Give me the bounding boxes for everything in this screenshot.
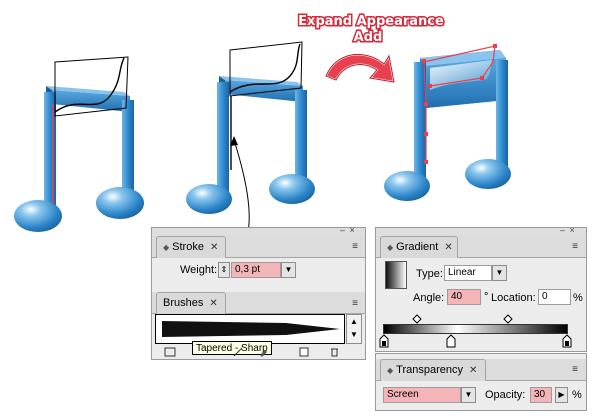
tab-brushes[interactable]: Brushes ✕ <box>156 292 226 314</box>
panel-menu-icon[interactable]: ≡ <box>568 241 582 253</box>
tab-diamond-icon: ◆ <box>163 243 170 252</box>
banner-title: Expand Appearance Add <box>297 13 446 47</box>
close-icon[interactable]: ✕ <box>210 242 218 253</box>
gradient-stop-middle[interactable] <box>446 334 456 348</box>
close-icon[interactable]: ✕ <box>469 365 477 376</box>
type-dropdown[interactable]: ▼ <box>492 265 507 281</box>
music-note-2 <box>186 41 315 214</box>
remove-stroke-icon[interactable] <box>232 346 246 358</box>
tab-diamond-icon: ◆ <box>387 366 394 375</box>
tab-transparency[interactable]: ◆ Transparency ✕ <box>380 359 486 381</box>
music-note-1 <box>14 56 144 232</box>
music-note-3 <box>384 44 511 201</box>
tab-diamond-icon: ◆ <box>387 243 394 252</box>
type-select[interactable]: Linear <box>444 265 492 281</box>
weight-label: Weight: <box>180 264 218 276</box>
type-label: Type: <box>416 268 443 280</box>
angle-label: Angle: <box>413 292 445 304</box>
location-input[interactable]: 0 <box>538 289 571 305</box>
gradient-swatch[interactable] <box>385 261 407 289</box>
gradient-slider[interactable] <box>383 324 568 334</box>
blend-mode-dropdown[interactable]: ▼ <box>461 387 476 403</box>
new-brush-icon[interactable] <box>298 346 312 358</box>
panel-menu-icon[interactable]: ≡ <box>348 241 362 253</box>
opacity-input[interactable]: 30 <box>530 387 552 403</box>
options-icon[interactable] <box>257 346 271 358</box>
stroke-brushes-panel: – × ◆ Stroke ✕ ≡ Weight: ⇕ 0,3 pt ▼ Brushe… <box>151 225 366 360</box>
brush-libraries-icon[interactable] <box>164 346 178 358</box>
panel-menu-icon[interactable]: ≡ <box>568 364 582 376</box>
angle-input[interactable]: 40 <box>447 289 481 305</box>
pointer-arrow <box>233 139 250 233</box>
gradient-stop-left[interactable] <box>379 334 389 348</box>
gradient-stop-right[interactable] <box>562 334 572 348</box>
opacity-unit: % <box>572 389 582 401</box>
close-icon[interactable]: ✕ <box>444 242 452 253</box>
brush-scrollbar[interactable]: ▲ ▼ <box>346 314 362 344</box>
transparency-panel: ◆ Transparency ✕ ≡ Screen ▼ Opacity: 30 ▶ … <box>375 353 587 411</box>
angle-unit: ° <box>484 291 489 303</box>
panel-titlebar[interactable] <box>152 228 365 236</box>
red-curved-arrow <box>324 53 396 84</box>
tab-stroke-label: Stroke <box>172 241 204 253</box>
trash-icon[interactable] <box>328 346 342 358</box>
gradient-panel: – × ◆ Gradient ✕ ≡ Type: Linear ▼ Angle: 4… <box>375 225 587 352</box>
brush-list[interactable] <box>155 314 345 344</box>
opacity-arrow[interactable]: ▶ <box>555 387 568 403</box>
tab-brushes-label: Brushes <box>163 297 204 309</box>
banner-line-1: Expand Appearance <box>298 14 444 29</box>
location-label: Location: <box>491 292 536 304</box>
blend-mode-select[interactable]: Screen <box>383 387 461 403</box>
tab-gradient-label: Gradient <box>396 241 439 253</box>
opacity-label: Opacity: <box>485 389 526 401</box>
gradient-midpoint-diamond[interactable] <box>412 314 422 324</box>
gradient-midpoint-diamond[interactable] <box>503 314 513 324</box>
tapered-brush-stroke[interactable] <box>156 315 344 343</box>
location-unit: % <box>573 292 583 304</box>
banner-line-2: Add <box>354 30 383 45</box>
panel-menu-icon[interactable]: ≡ <box>348 298 362 310</box>
tab-stroke[interactable]: ◆ Stroke ✕ <box>156 236 226 258</box>
tab-transparency-label: Transparency <box>396 364 463 376</box>
close-icon[interactable]: ✕ <box>209 298 217 309</box>
weight-input[interactable]: 0,3 pt <box>231 262 281 278</box>
tab-gradient[interactable]: ◆ Gradient ✕ <box>380 236 458 258</box>
weight-stepper[interactable]: ⇕ <box>218 262 230 278</box>
weight-dropdown[interactable]: ▼ <box>281 262 296 278</box>
panel-titlebar[interactable] <box>376 228 586 236</box>
